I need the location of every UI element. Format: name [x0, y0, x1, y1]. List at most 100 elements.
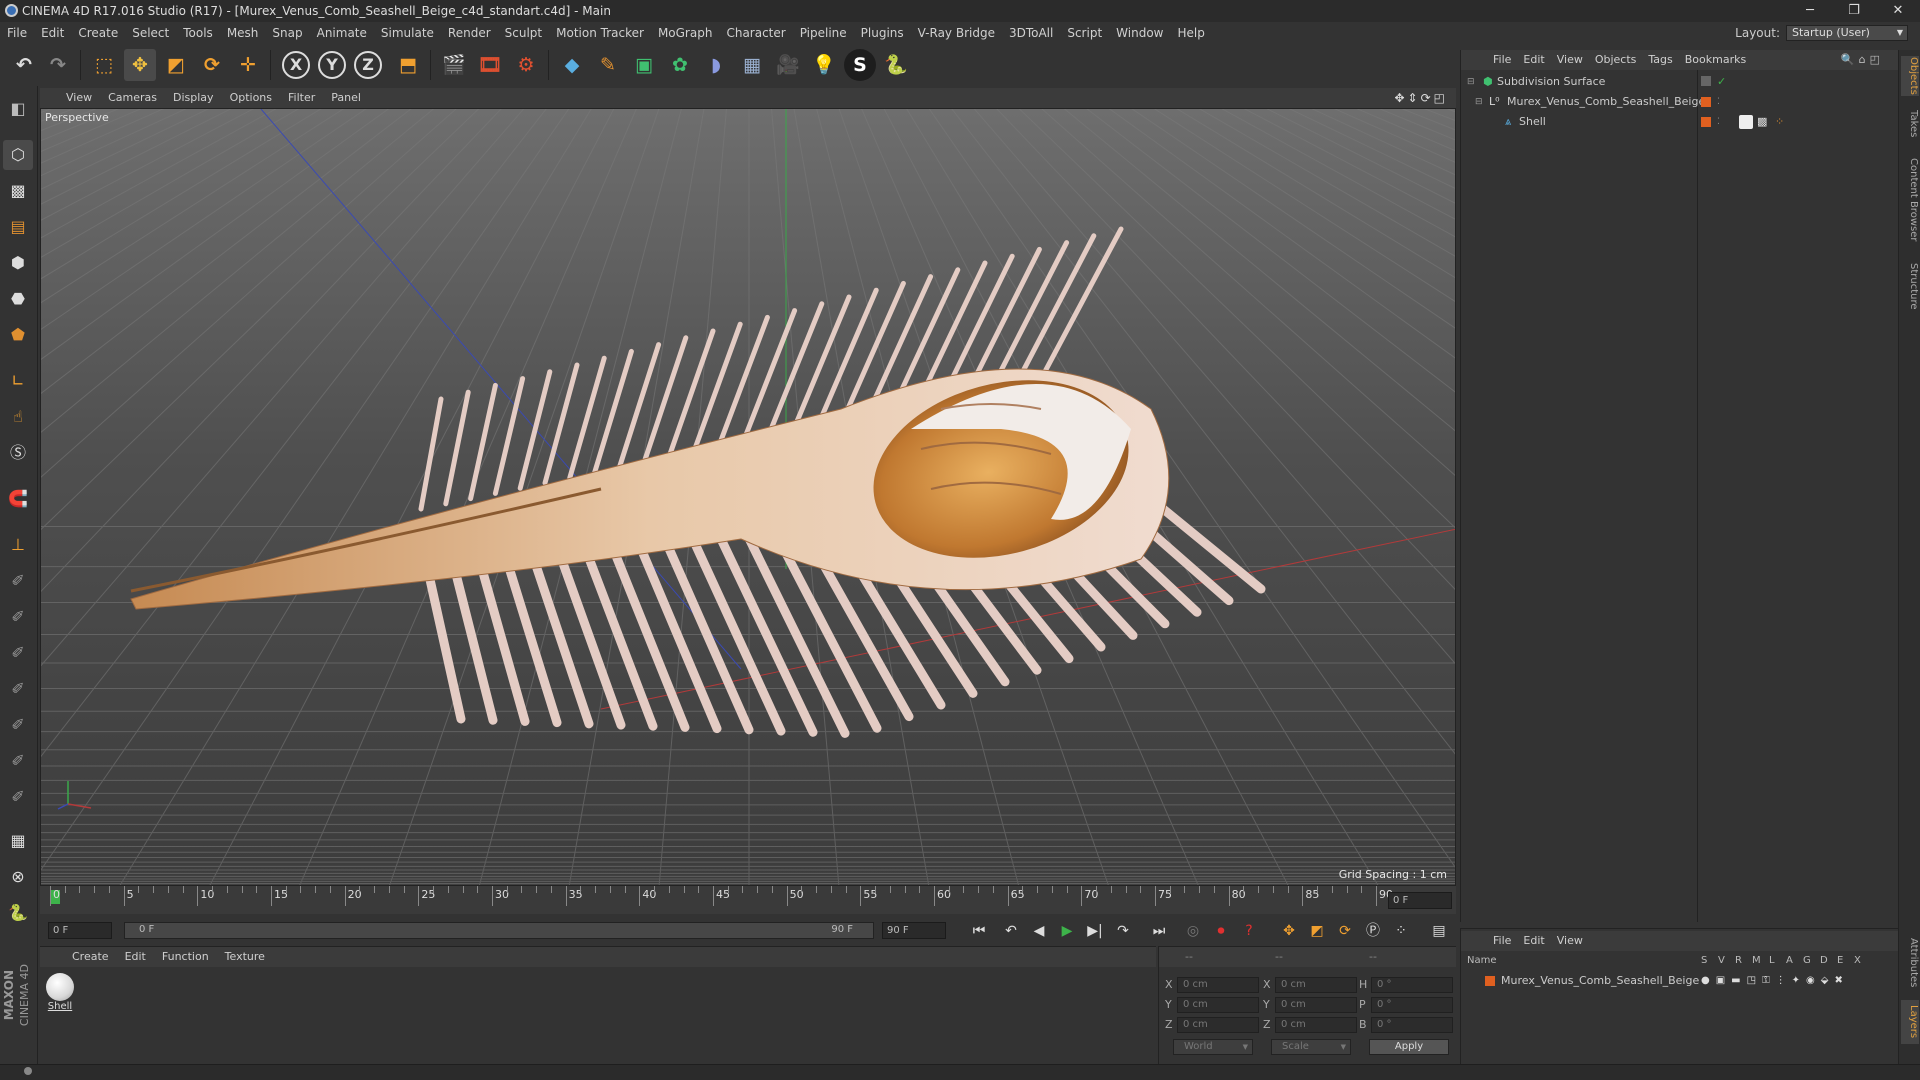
column-solo[interactable]: S — [1701, 955, 1707, 966]
layer-menu-view[interactable]: View — [1551, 931, 1589, 951]
render-view-icon[interactable]: 🎬 — [438, 49, 470, 81]
seashell-model[interactable] — [130, 226, 1266, 738]
layer-menu-edit[interactable]: Edit — [1517, 931, 1550, 951]
material-menu-edit[interactable]: Edit — [117, 947, 154, 967]
object-menu-tags[interactable]: Tags — [1642, 50, 1678, 70]
column-generators[interactable]: G — [1803, 955, 1811, 966]
texture-mode-icon[interactable]: ▩ — [3, 176, 33, 206]
column-deformers[interactable]: D — [1820, 955, 1828, 966]
viewport-menu-view[interactable]: View — [58, 88, 100, 108]
rotate-tool-icon[interactable]: ⟳ — [196, 49, 228, 81]
size-z-field[interactable]: 0 cm — [1275, 1017, 1357, 1033]
cloner-icon[interactable]: ✿ — [664, 49, 696, 81]
layer-swatch[interactable] — [1701, 76, 1711, 86]
key-pla-icon[interactable]: ⁘ — [1390, 920, 1412, 942]
pos-x-field[interactable]: 0 cm — [1177, 977, 1259, 993]
snap-icon[interactable]: Ⓢ — [3, 438, 33, 468]
rot-h-field[interactable]: 0 ° — [1371, 977, 1453, 993]
points-mode-icon[interactable]: ⬢ — [3, 248, 33, 278]
size-x-field[interactable]: 0 cm — [1275, 977, 1357, 993]
knife-icon[interactable]: ✐ — [3, 782, 33, 812]
previous-key-button[interactable]: ↶ — [1000, 920, 1022, 942]
object-menu-file[interactable]: File — [1487, 50, 1517, 70]
scale-tool-icon[interactable]: ◩ — [160, 49, 192, 81]
menu-script[interactable]: Script — [1060, 22, 1109, 44]
edges-mode-icon[interactable]: ⬣ — [3, 284, 33, 314]
floor-object-icon[interactable]: ▦ — [736, 49, 768, 81]
viewport-menu-display[interactable]: Display — [165, 88, 222, 108]
record-keys-icon[interactable]: ⏺ — [1210, 920, 1232, 942]
menu-help[interactable]: Help — [1170, 22, 1211, 44]
cube-object-icon[interactable]: ◆ — [556, 49, 588, 81]
menu-render[interactable]: Render — [441, 22, 498, 44]
max-frame-field[interactable]: 90 F — [882, 922, 946, 939]
timeline-ruler[interactable]: 0 5 10 15 20 25 30 35 40 45 50 55 60 65 70 75 80 85 90 0 F — [40, 886, 1456, 914]
current-frame-field[interactable]: 0 F — [1388, 892, 1452, 909]
tab-takes[interactable]: Takes — [1901, 104, 1919, 144]
menu-create[interactable]: Create — [71, 22, 125, 44]
column-manager[interactable]: M — [1752, 955, 1761, 966]
range-slider[interactable]: 0 F 90 F — [124, 922, 874, 939]
magnet-icon[interactable]: 🧲 — [3, 484, 33, 514]
minimize-button[interactable]: ─ — [1788, 0, 1832, 22]
visibility-dots-icon[interactable]: ⁚ — [1717, 92, 1720, 112]
axis-mode-icon[interactable]: ∟ — [3, 366, 33, 396]
move-tool-icon[interactable]: ✥ — [124, 49, 156, 81]
go-to-start-button[interactable]: ⏮ — [968, 920, 990, 942]
texture-tag-icon[interactable]: ▩ — [1757, 112, 1767, 132]
z-axis-lock-button[interactable]: Z — [354, 51, 382, 79]
column-animation[interactable]: A — [1786, 955, 1793, 966]
menu-pipeline[interactable]: Pipeline — [793, 22, 854, 44]
next-key-button[interactable]: ↷ — [1112, 920, 1134, 942]
collapse-icon[interactable]: ⊟ — [1475, 92, 1483, 112]
menu-snap[interactable]: Snap — [265, 22, 309, 44]
smooth-icon[interactable]: ✐ — [3, 674, 33, 704]
menu-vray-bridge[interactable]: V-Ray Bridge — [911, 22, 1002, 44]
layer-color-swatch[interactable] — [1485, 976, 1495, 986]
rot-p-field[interactable]: 0 ° — [1371, 997, 1453, 1013]
python-icon[interactable]: 🐍 — [880, 49, 912, 81]
record-disabled-icon[interactable]: ◎ — [1182, 920, 1204, 942]
material-menu-create[interactable]: Create — [64, 947, 117, 967]
make-editable-icon[interactable]: ◧ — [3, 94, 33, 124]
layer-color-swatch[interactable] — [1701, 117, 1711, 127]
size-y-field[interactable]: 0 cm — [1275, 997, 1357, 1013]
go-to-end-button[interactable]: ⏭ — [1148, 920, 1170, 942]
menu-simulate[interactable]: Simulate — [374, 22, 441, 44]
phong-tag-icon[interactable]: ⁘ — [1775, 112, 1784, 132]
layer-row[interactable]: Murex_Venus_Comb_Seashell_Beige ●▣▬◳⚿⋮✦◉… — [1461, 971, 1898, 991]
object-menu-objects[interactable]: Objects — [1589, 50, 1643, 70]
model-mode-icon[interactable]: ⬡ — [3, 140, 33, 170]
menu-character[interactable]: Character — [719, 22, 792, 44]
menu-tools[interactable]: Tools — [176, 22, 220, 44]
viewport-menu-panel[interactable]: Panel — [323, 88, 369, 108]
sketch-and-toon-icon[interactable]: S — [844, 49, 876, 81]
pos-z-field[interactable]: 0 cm — [1177, 1017, 1259, 1033]
visibility-dots-icon[interactable]: ⁚ — [1717, 112, 1720, 132]
key-parameter-icon[interactable]: Ⓟ — [1362, 920, 1384, 942]
key-scale-icon[interactable]: ◩ — [1306, 920, 1328, 942]
menu-animate[interactable]: Animate — [310, 22, 374, 44]
transform-tool-icon[interactable]: ✛ — [232, 49, 264, 81]
viewport-menu-filter[interactable]: Filter — [280, 88, 323, 108]
menu-window[interactable]: Window — [1109, 22, 1170, 44]
timeline-window-icon[interactable]: ▤ — [1428, 920, 1450, 942]
rot-b-field[interactable]: 0 ° — [1371, 1017, 1453, 1033]
material-item[interactable]: Shell — [44, 973, 76, 1012]
subdivision-surface-icon[interactable]: ▣ — [628, 49, 660, 81]
object-menu-bookmarks[interactable]: Bookmarks — [1679, 50, 1752, 70]
column-expressions[interactable]: E — [1837, 955, 1843, 966]
object-menu-edit[interactable]: Edit — [1517, 50, 1550, 70]
layer-flag-icons[interactable]: ●▣▬◳⚿⋮✦◉⬙✖ — [1701, 971, 1849, 991]
solo-mode-icon[interactable]: ⊗ — [3, 862, 33, 892]
workplane-icon[interactable]: ⊥ — [3, 530, 33, 560]
menu-mograph[interactable]: MoGraph — [651, 22, 720, 44]
y-axis-lock-button[interactable]: Y — [318, 51, 346, 79]
polygons-mode-icon[interactable]: ⬟ — [3, 320, 33, 350]
tree-row-subdivision-surface[interactable]: ⊟ ⬢ Subdivision Surface ✓ — [1461, 72, 1898, 92]
menu-3dtoall[interactable]: 3DToAll — [1002, 22, 1060, 44]
undo-button[interactable]: ↶ — [8, 49, 40, 81]
column-xref[interactable]: X — [1854, 955, 1861, 966]
viewport-menu-cameras[interactable]: Cameras — [100, 88, 165, 108]
viewport-nav-icons[interactable]: ✥⇕⟳◰ — [1394, 88, 1448, 108]
